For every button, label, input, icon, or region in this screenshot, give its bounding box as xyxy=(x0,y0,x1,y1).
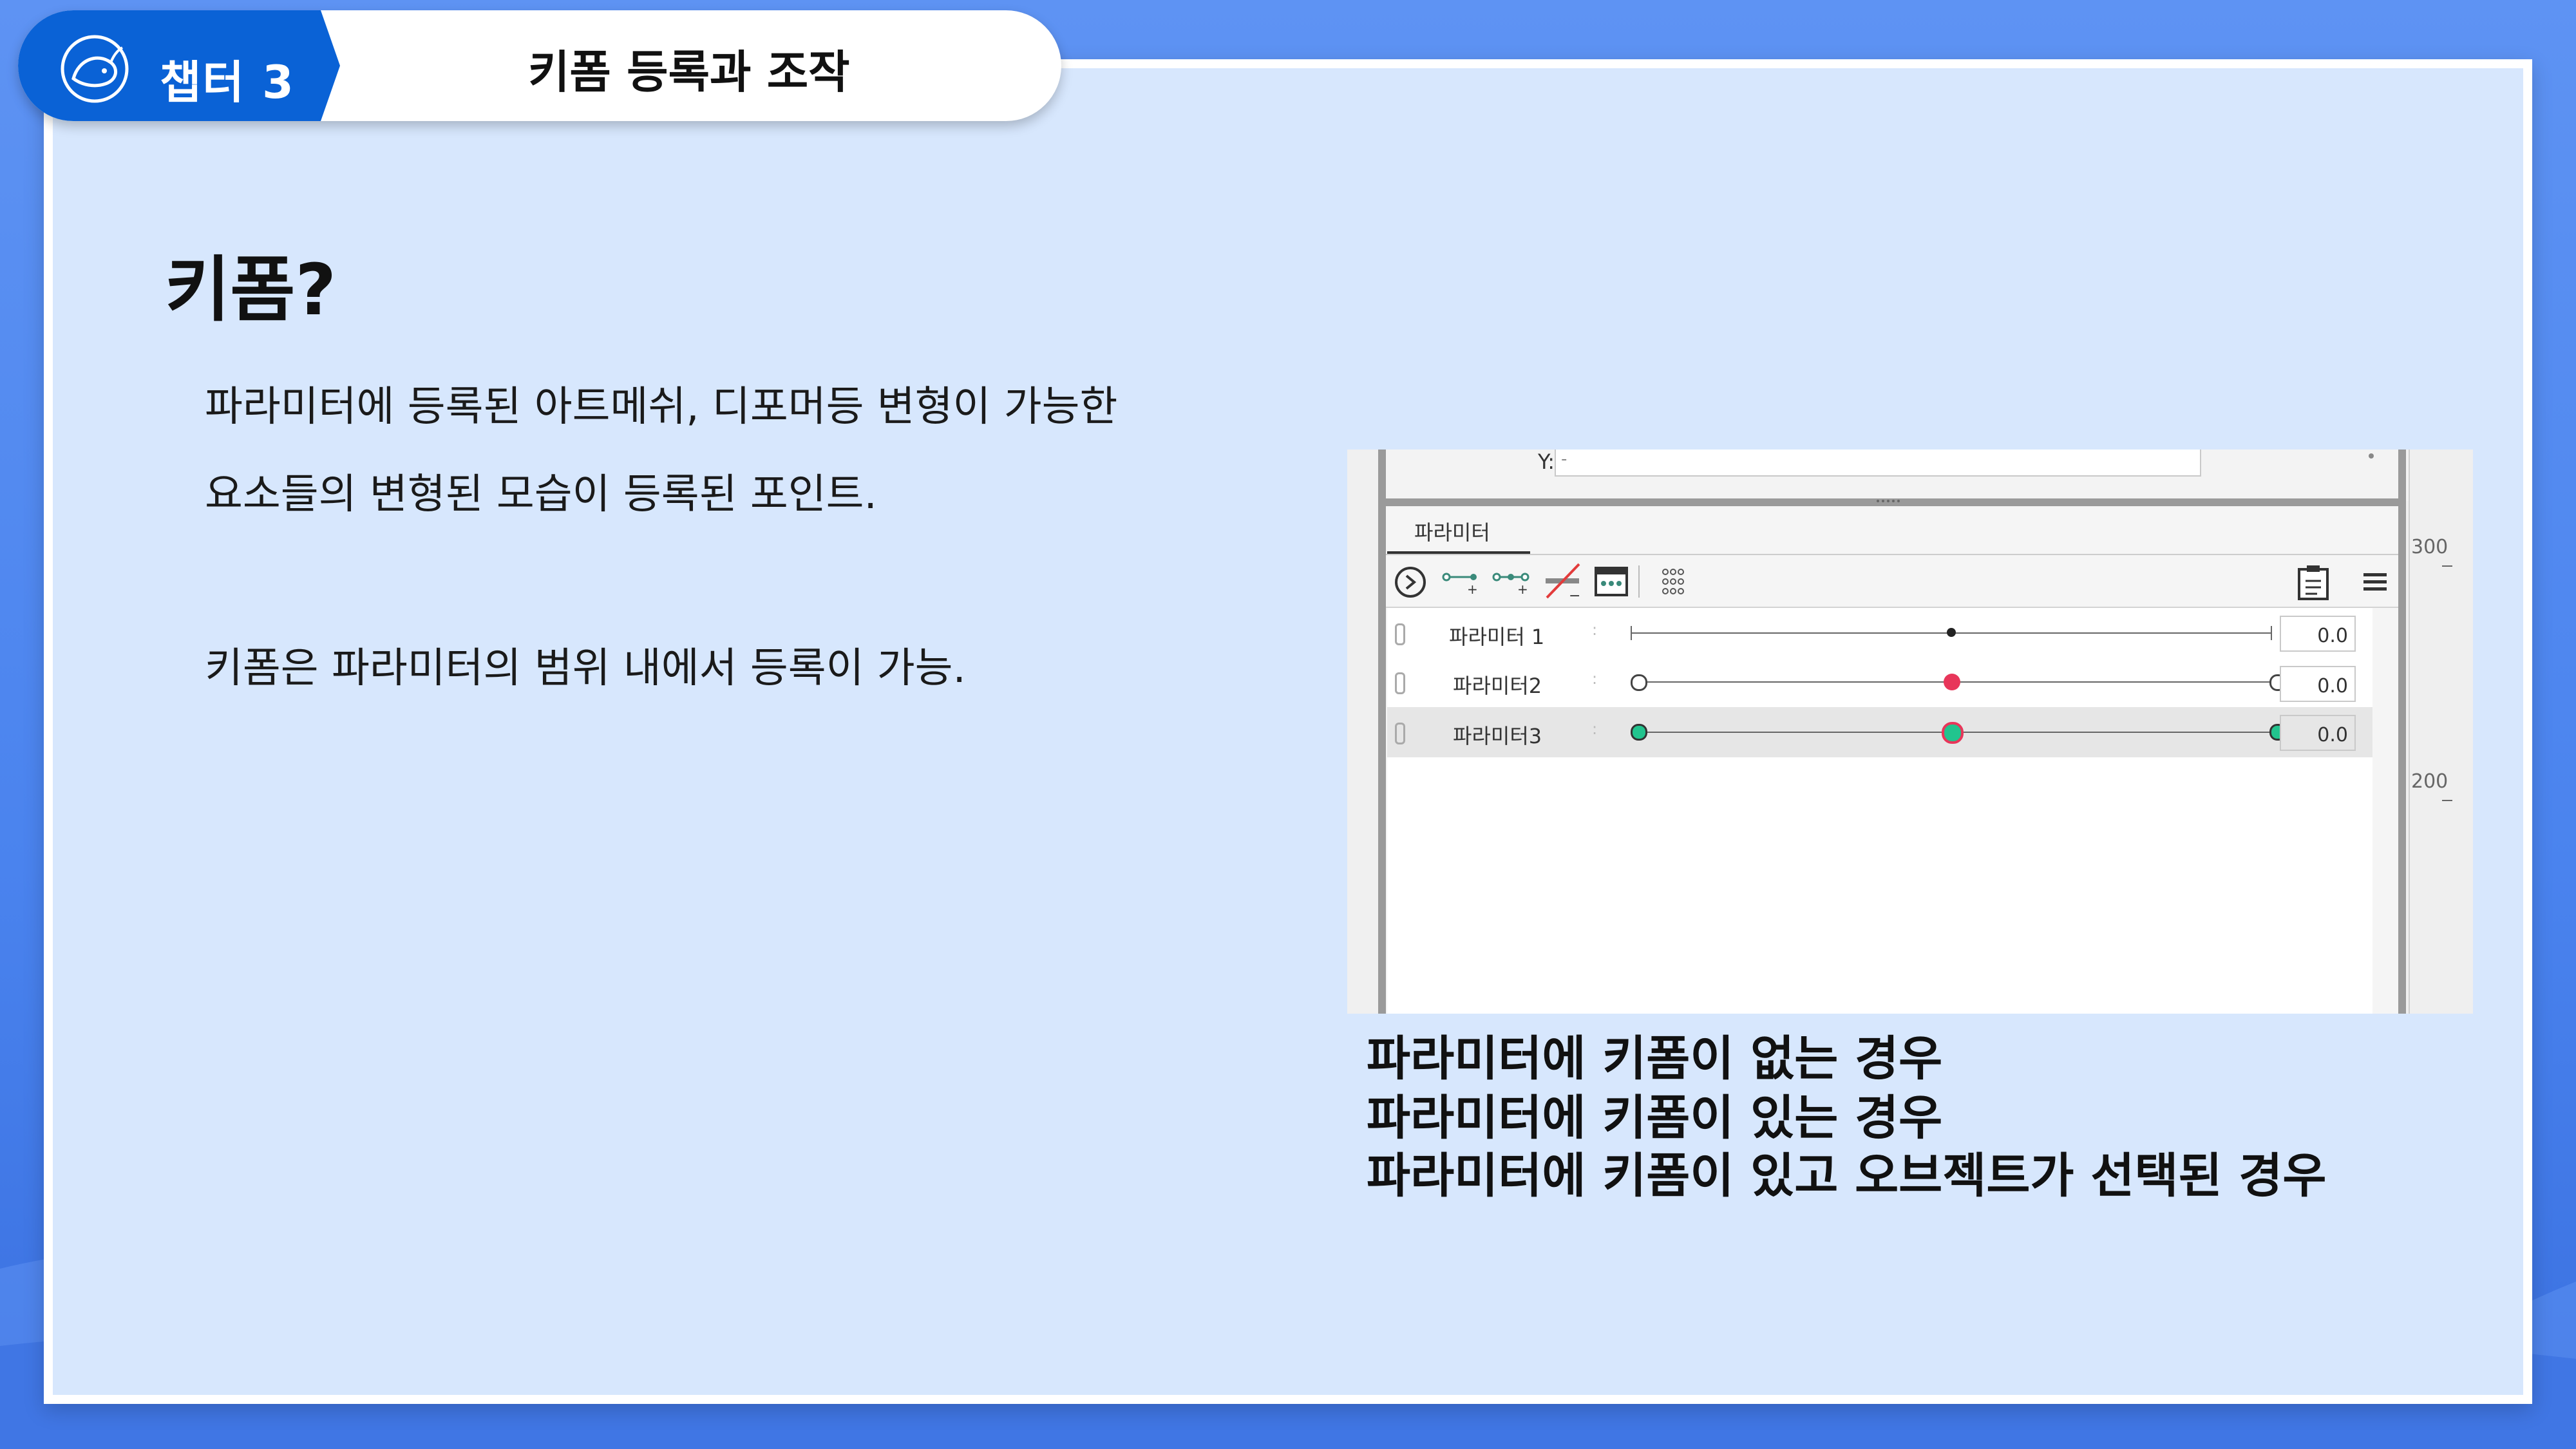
link-icon[interactable] xyxy=(1395,672,1405,694)
y-field[interactable]: - xyxy=(1555,450,2201,477)
parameter-name: 파라미터2 xyxy=(1453,674,1542,698)
grid-dots-icon[interactable] xyxy=(1659,565,1687,598)
parameter-value: 0.0 xyxy=(2317,625,2348,647)
ruler-label-200: 200 xyxy=(2411,770,2448,793)
keyform-point-current[interactable] xyxy=(1944,674,1960,690)
keyform-window-icon[interactable] xyxy=(1593,565,1629,598)
parameter-value-field[interactable]: 0.0 xyxy=(2280,616,2356,652)
chapter-label: 챕터 3 xyxy=(160,56,295,109)
link-icon[interactable] xyxy=(1395,723,1405,744)
add-keyform-icon[interactable]: + xyxy=(1441,568,1480,596)
ruler xyxy=(2409,450,2473,1014)
keyform-point-min[interactable] xyxy=(1631,724,1647,741)
parameter-row-3[interactable]: 파라미터3 : 0.0 xyxy=(1387,707,2372,757)
clipboard-icon[interactable] xyxy=(2294,563,2333,601)
paragraph-line-1: 파라미터에 등록된 아트메쉬, 디포머등 변형이 가능한 xyxy=(205,383,1118,431)
y-value: - xyxy=(1561,450,1567,469)
keyform-point-current[interactable] xyxy=(1942,722,1964,744)
app-screenshot: Y: - 300 200 파라미터 + + − 파라미터 1: 0.0 파라미… xyxy=(1347,450,2473,1014)
tab-parameters[interactable]: 파라미터 xyxy=(1414,516,1490,546)
parameter-name: 파라미터 1 xyxy=(1449,625,1545,649)
menu-icon[interactable] xyxy=(2362,569,2388,595)
paragraph-line-2: 요소들의 변형된 모습이 등록된 포인트. xyxy=(205,471,877,518)
parameter-value-field[interactable]: 0.0 xyxy=(2280,666,2356,702)
add-three-keyforms-icon[interactable]: + xyxy=(1492,568,1530,596)
dot-handle xyxy=(2369,453,2374,459)
slider-handle[interactable] xyxy=(1947,628,1956,637)
chapter-badge: 챕터 3 xyxy=(18,10,340,121)
parameter-row-1[interactable]: 파라미터 1 : 0.0 xyxy=(1387,609,2372,657)
y-label: Y: xyxy=(1538,450,1555,474)
parameter-row-2[interactable]: 파라미터2 : 0.0 xyxy=(1387,658,2372,707)
right-frame xyxy=(2398,450,2406,1014)
topic-title: 키폼 등록과 조작 xyxy=(528,46,850,99)
divider xyxy=(1386,554,2398,555)
left-frame xyxy=(1378,450,1386,1014)
slider-end xyxy=(2271,626,2272,640)
caption-no-keyform: 파라미터에 키폼이 없는 경우 xyxy=(1367,1031,1943,1086)
svg-text:+: + xyxy=(1517,582,1528,596)
paragraph-line-3: 키폼은 파라미터의 범위 내에서 등록이 가능. xyxy=(205,645,966,692)
keyform-point-min[interactable] xyxy=(1631,674,1647,691)
delete-keyform-icon[interactable]: − xyxy=(1542,560,1583,601)
toolbar-separator xyxy=(1638,565,1640,598)
parameter-value: 0.0 xyxy=(2317,724,2348,746)
slider-end xyxy=(1631,626,1632,640)
svg-text:+: + xyxy=(1467,582,1478,596)
play-circle-icon[interactable] xyxy=(1392,564,1428,600)
parameter-value-field[interactable]: 0.0 xyxy=(2280,715,2356,751)
ruler-tick xyxy=(2442,565,2452,567)
ruler-label-300: 300 xyxy=(2411,536,2448,558)
whale-logo-icon xyxy=(61,35,129,103)
split-grip-icon xyxy=(1877,500,1900,506)
parameter-value: 0.0 xyxy=(2317,675,2348,697)
page-heading: 키폼? xyxy=(165,249,337,331)
caption-keyform-selected: 파라미터에 키폼이 있고 오브젝트가 선택된 경우 xyxy=(1367,1148,2327,1204)
link-icon[interactable] xyxy=(1395,623,1405,645)
parameter-name: 파라미터3 xyxy=(1453,724,1542,748)
ruler-tick xyxy=(2442,800,2452,801)
svg-text:−: − xyxy=(1569,588,1580,601)
